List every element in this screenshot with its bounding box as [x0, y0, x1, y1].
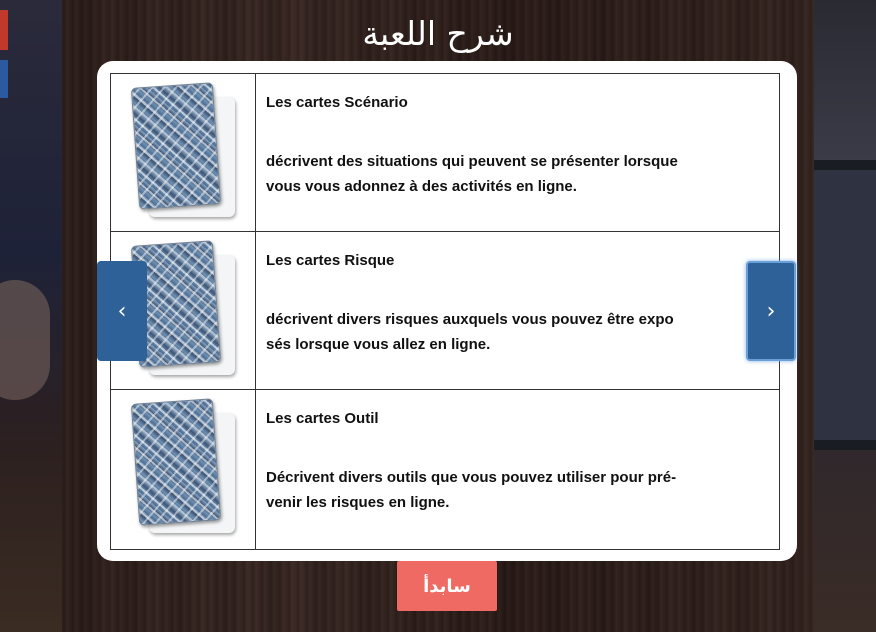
- prev-button[interactable]: ‹: [97, 261, 147, 361]
- background-right: [796, 0, 876, 632]
- card-description-line: sés lorsque vous allez en ligne.: [266, 336, 491, 353]
- card-title: Les cartes Risque: [266, 252, 395, 269]
- chevron-right-icon: ›: [766, 298, 776, 324]
- card-stack-icon: [130, 240, 241, 377]
- start-button-label: سابدأ: [423, 575, 471, 597]
- card-text-cell: Les cartes Outil Décrivent divers outils…: [266, 390, 769, 549]
- card-back-icon: [130, 398, 222, 526]
- card-stack-icon: [130, 82, 241, 219]
- card-description-line: décrivent des situations qui peuvent se …: [266, 153, 678, 170]
- card-back-icon: [130, 82, 222, 210]
- card-row-risk: Les cartes Risque décrivent divers risqu…: [111, 232, 779, 390]
- background-person: [0, 280, 50, 400]
- card-image-cell: [111, 74, 256, 231]
- background-blue-tab: [0, 60, 8, 98]
- next-button[interactable]: ›: [746, 261, 796, 361]
- card-description: décrivent des situations qui peuvent se …: [266, 149, 769, 199]
- card-image-cell: [111, 390, 256, 549]
- background-left: [0, 0, 62, 632]
- card-description-line: décrivent divers risques auxquels vous p…: [266, 311, 674, 328]
- card-stack-icon: [130, 398, 241, 535]
- card-description-line: vous vous adonnez à des activités en lig…: [266, 178, 577, 195]
- card-title: Les cartes Scénario: [266, 94, 408, 111]
- rules-panel: Les cartes Scénario décrivent des situat…: [97, 61, 797, 561]
- card-description-line: Décrivent divers outils que vous pouvez …: [266, 469, 677, 486]
- card-description-line: venir les risques en ligne.: [266, 494, 450, 511]
- card-text-cell: Les cartes Risque décrivent divers risqu…: [266, 232, 769, 389]
- card-description: Décrivent divers outils que vous pouvez …: [266, 465, 769, 515]
- card-title: Les cartes Outil: [266, 410, 379, 427]
- page-title: شرح اللعبة: [362, 14, 514, 53]
- start-button[interactable]: سابدأ: [397, 561, 497, 611]
- rules-table: Les cartes Scénario décrivent des situat…: [110, 73, 780, 550]
- card-row-tool: Les cartes Outil Décrivent divers outils…: [111, 390, 779, 549]
- card-text-cell: Les cartes Scénario décrivent des situat…: [266, 74, 769, 231]
- chevron-left-icon: ‹: [117, 298, 127, 324]
- card-description: décrivent divers risques auxquels vous p…: [266, 307, 769, 357]
- card-row-scenario: Les cartes Scénario décrivent des situat…: [111, 74, 779, 232]
